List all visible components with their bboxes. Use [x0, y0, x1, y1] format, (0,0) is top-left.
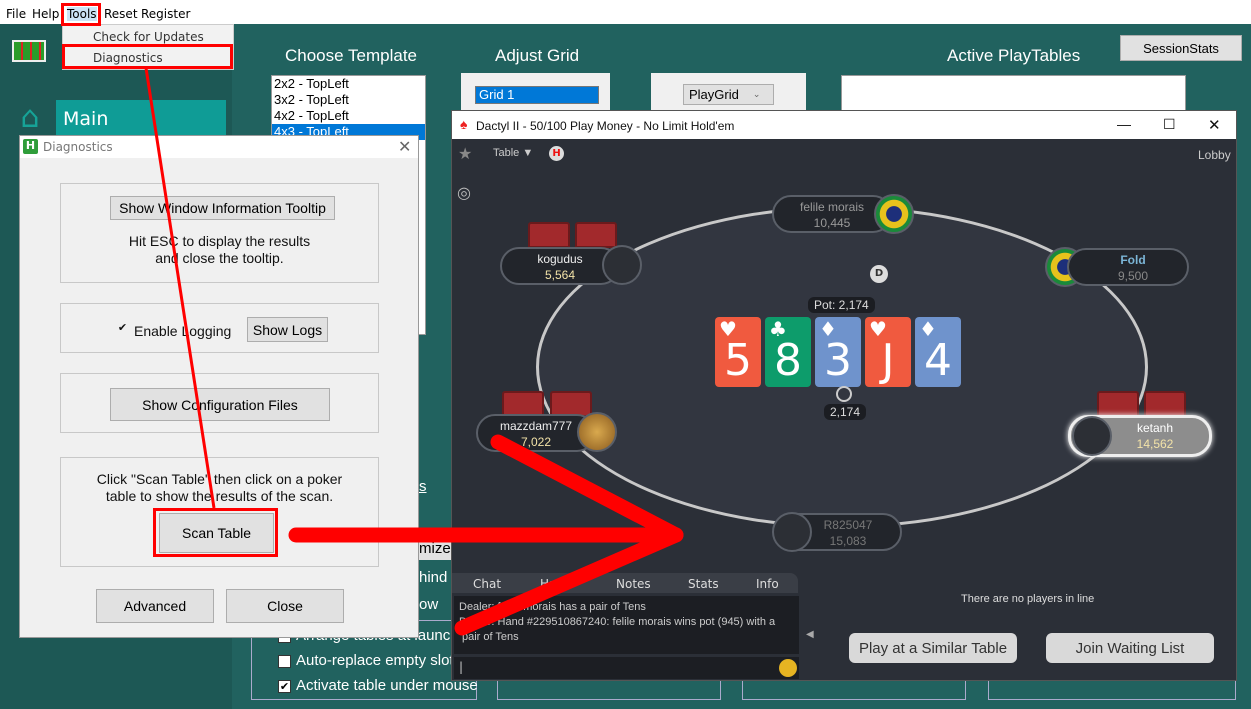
annotation-line — [144, 67, 216, 509]
annotation-arrows — [144, 67, 684, 636]
